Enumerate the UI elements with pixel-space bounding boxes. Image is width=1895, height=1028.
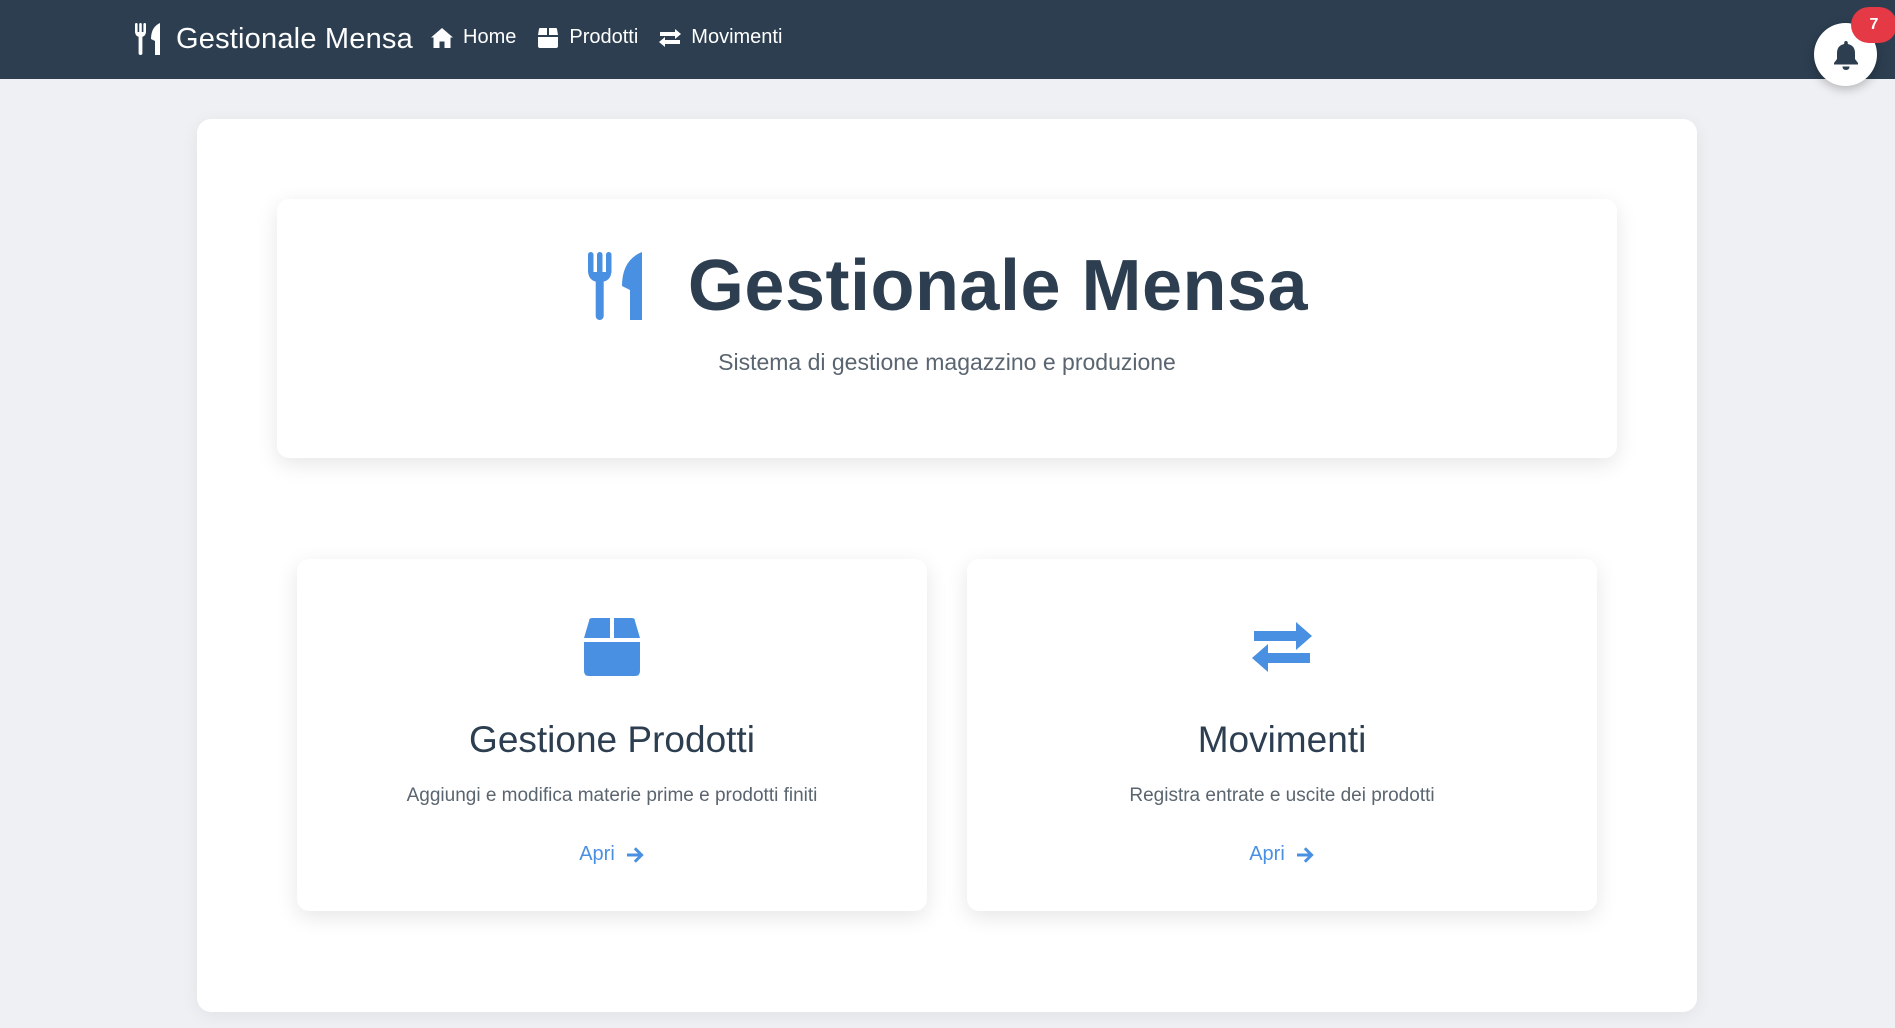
page-title: Gestionale Mensa <box>687 246 1309 326</box>
nav-link-movimenti[interactable]: Movimenti <box>658 26 782 49</box>
card-movimenti[interactable]: Movimenti Registra entrate e uscite dei … <box>967 559 1597 911</box>
box-icon <box>538 27 559 48</box>
card-link-label: Apri <box>579 843 615 865</box>
card-gestione-prodotti[interactable]: Gestione Prodotti Aggiungi e modifica ma… <box>297 559 927 911</box>
exchange-icon <box>1252 622 1312 672</box>
exchange-icon <box>659 28 682 47</box>
main-container: Gestionale Mensa Sistema di gestione mag… <box>197 119 1697 1012</box>
utensils-icon <box>135 23 160 55</box>
brand-title: Gestionale Mensa <box>176 22 413 55</box>
card-icon-wrap <box>297 615 927 679</box>
card-description: Aggiungi e modifica materie prime e prod… <box>406 785 818 806</box>
nav-link-label: Home <box>463 26 517 48</box>
card-title: Gestione Prodotti <box>469 719 755 760</box>
card-icon-wrap <box>967 615 1597 679</box>
bell-icon <box>1833 40 1858 70</box>
top-navbar: Gestionale Mensa Home Prodotti Movimenti <box>0 0 1895 86</box>
page-subtitle: Sistema di gestione magazzino e produzio… <box>718 349 1176 375</box>
arrow-right-icon <box>626 846 644 863</box>
hero-title-row: Gestionale Mensa <box>277 245 1617 327</box>
card-link-label: Apri <box>1249 843 1285 865</box>
nav-link-label: Prodotti <box>569 26 639 48</box>
utensils-icon <box>587 252 642 320</box>
arrow-right-icon <box>1296 846 1314 863</box>
hero-card: Gestionale Mensa Sistema di gestione mag… <box>277 199 1617 458</box>
brand-link[interactable]: Gestionale Mensa <box>134 22 413 56</box>
nav-link-label: Movimenti <box>691 26 783 48</box>
nav-link-prodotti[interactable]: Prodotti <box>536 26 638 49</box>
card-description: Registra entrate e uscite dei prodotti <box>1129 785 1435 806</box>
open-movimenti-link[interactable]: Apri <box>967 843 1597 866</box>
box-icon <box>584 618 640 676</box>
notifications-badge: 7 <box>1851 7 1895 43</box>
nav-link-home[interactable]: Home <box>430 26 516 49</box>
nav-links: Home Prodotti Movimenti <box>430 26 782 49</box>
open-prodotti-link[interactable]: Apri <box>297 843 927 866</box>
home-icon <box>431 27 453 48</box>
card-title: Movimenti <box>1197 719 1367 760</box>
